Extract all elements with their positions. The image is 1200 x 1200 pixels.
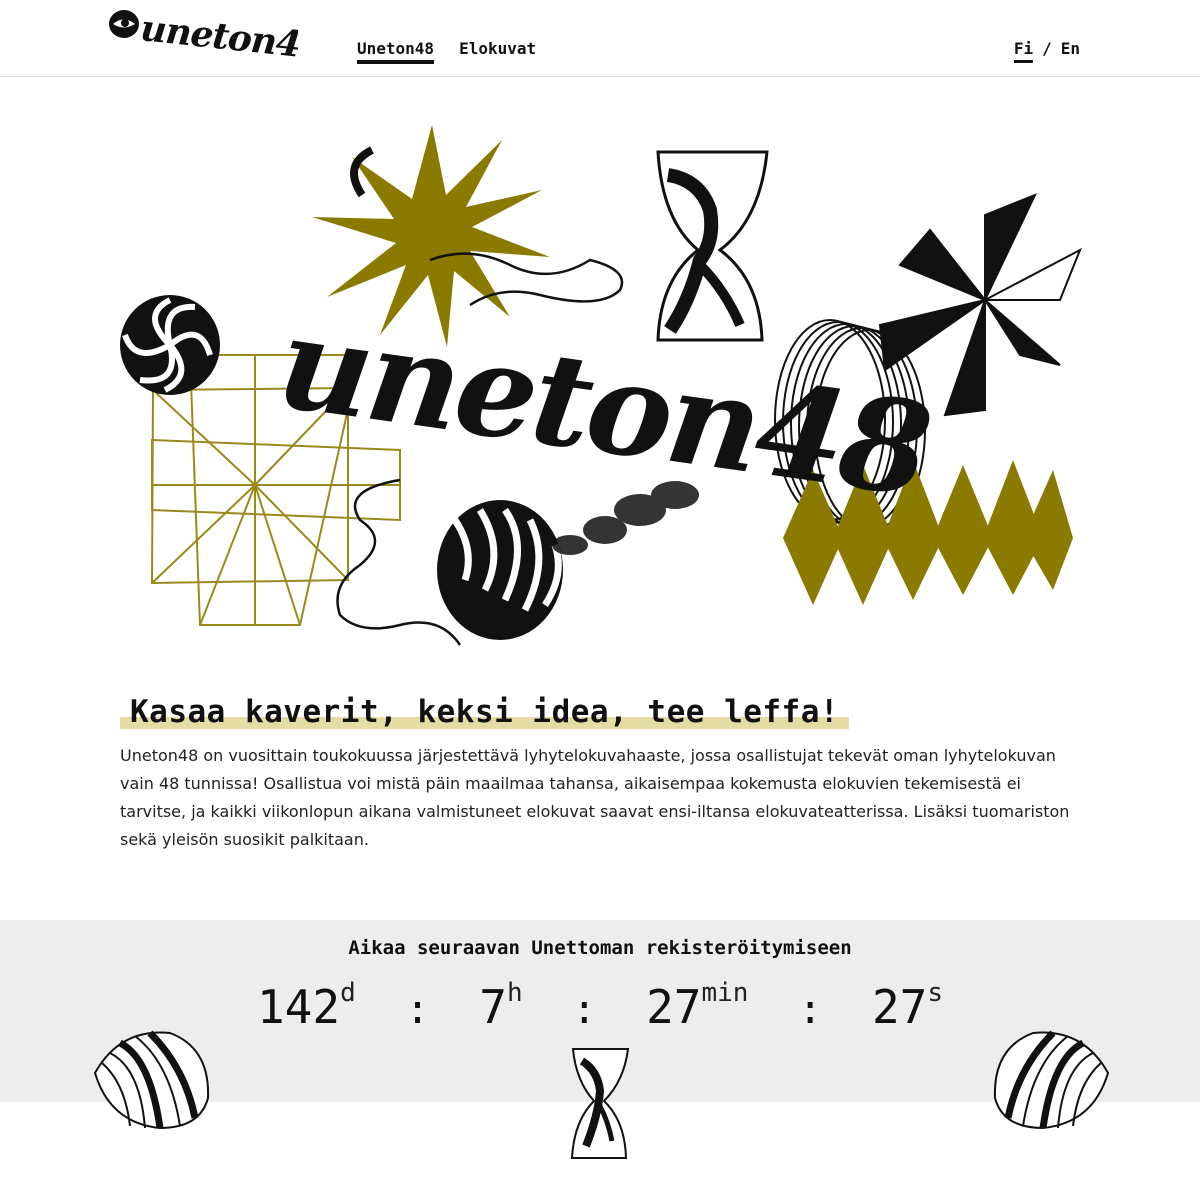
countdown-hours: 7h [452, 978, 551, 1034]
zebra-circle-icon [437, 500, 563, 640]
intro-section: Kasaa kaverit, keksi idea, tee leffa! Un… [120, 692, 1080, 854]
site-logo[interactable]: uneton48 [106, 4, 327, 68]
hourglass-small-icon [570, 1048, 630, 1159]
hero-title: uneton48 [270, 287, 938, 526]
hours-value: 7 [479, 980, 507, 1034]
hero-artwork: uneton48 [120, 125, 1082, 646]
countdown-title: Aikaa seuraavan Unettoman rekisteröitymi… [348, 937, 852, 959]
countdown-minutes: 27min [618, 978, 776, 1034]
page-title: Kasaa kaverit, keksi idea, tee leffa! [120, 692, 850, 732]
countdown-separator: : [798, 987, 823, 1033]
lang-en-link[interactable]: En [1061, 39, 1080, 63]
hours-unit: h [506, 978, 523, 1008]
hourglass-icon [656, 150, 769, 342]
countdown-seconds: 27s [844, 978, 943, 1034]
nav-link-uneton48[interactable]: Uneton48 [357, 39, 435, 64]
nav-link-elokuvat[interactable]: Elokuvat [459, 39, 536, 64]
intro-paragraph: Uneton48 on vuosittain toukokuussa järje… [120, 746, 1070, 849]
countdown-separator: : [405, 987, 430, 1033]
hero-illustration: uneton48 [100, 100, 1100, 660]
countdown-timer: 142d : 7h : 27min : 27s [0, 978, 1200, 1034]
seconds-unit: s [927, 978, 943, 1008]
site-header: uneton48 Uneton48 Elokuvat Fi / En [0, 0, 1200, 77]
minutes-value: 27 [646, 980, 702, 1034]
countdown-separator: : [572, 987, 597, 1033]
language-switcher: Fi / En [1013, 39, 1080, 63]
logo-eye-icon: uneton48 [109, 7, 327, 68]
countdown-days: 142d [256, 978, 383, 1034]
minutes-unit: min [701, 978, 749, 1008]
lang-fi-link[interactable]: Fi [1013, 39, 1034, 63]
days-unit: d [340, 978, 356, 1008]
days-value: 142 [256, 980, 341, 1034]
fan-shell-right-icon [993, 1030, 1110, 1130]
main-nav: Uneton48 Elokuvat [357, 39, 536, 64]
spiral-icon [120, 295, 220, 395]
seconds-value: 27 [871, 980, 928, 1034]
svg-text:uneton48: uneton48 [139, 7, 298, 64]
fan-shell-left-icon [93, 1030, 210, 1130]
lang-separator: / [1042, 39, 1052, 58]
